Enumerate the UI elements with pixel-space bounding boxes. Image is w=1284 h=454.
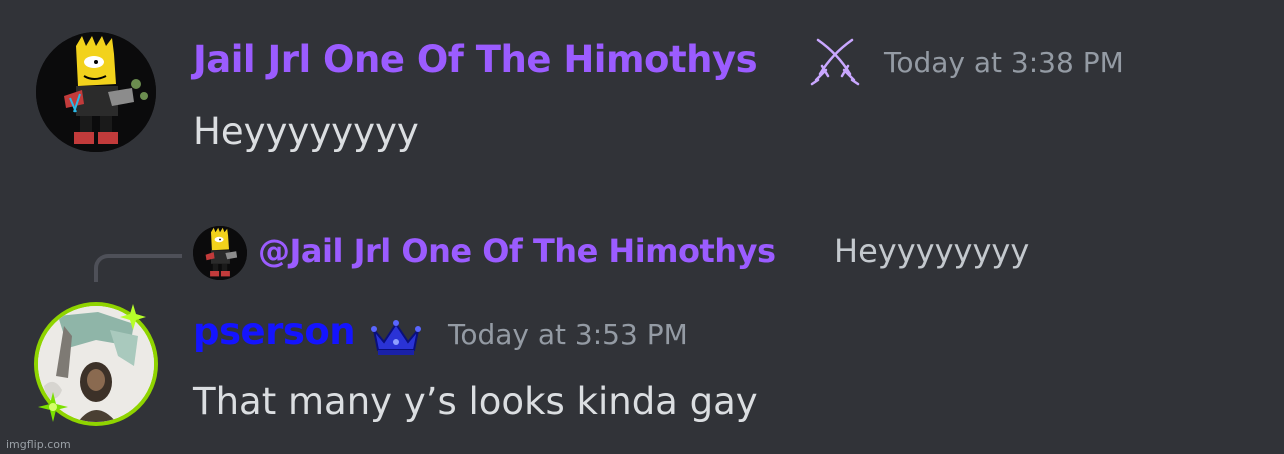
message-content: Heyyyyyyyy [193,110,419,153]
cartoon-avatar-icon [193,226,247,280]
cartoon-avatar-icon [36,32,156,152]
reply-connector-line [94,254,182,282]
reply-mention[interactable]: @Jail Jrl One Of The Himothys [258,232,776,270]
reply-snippet[interactable]: Heyyyyyyyy [834,232,1029,270]
message-timestamp[interactable]: Today at 3:53 PM [448,318,688,351]
watermark: imgflip.com [6,438,71,451]
crown-icon [371,320,421,355]
sparkle-icon [38,392,68,422]
author-name[interactable]: Jail Jrl One Of The Himothys [193,38,758,81]
crossed-swords-icon [810,38,860,86]
message-1: Jail Jrl One Of The Himothys Today at 3:… [0,0,1284,190]
reply-author-avatar[interactable] [193,226,247,280]
message-timestamp[interactable]: Today at 3:38 PM [884,46,1124,79]
sparkle-icon [120,304,146,330]
author-avatar[interactable] [36,32,156,152]
author-name[interactable]: pserson [193,310,356,353]
message-content: That many y’s looks kinda gay [193,380,758,423]
